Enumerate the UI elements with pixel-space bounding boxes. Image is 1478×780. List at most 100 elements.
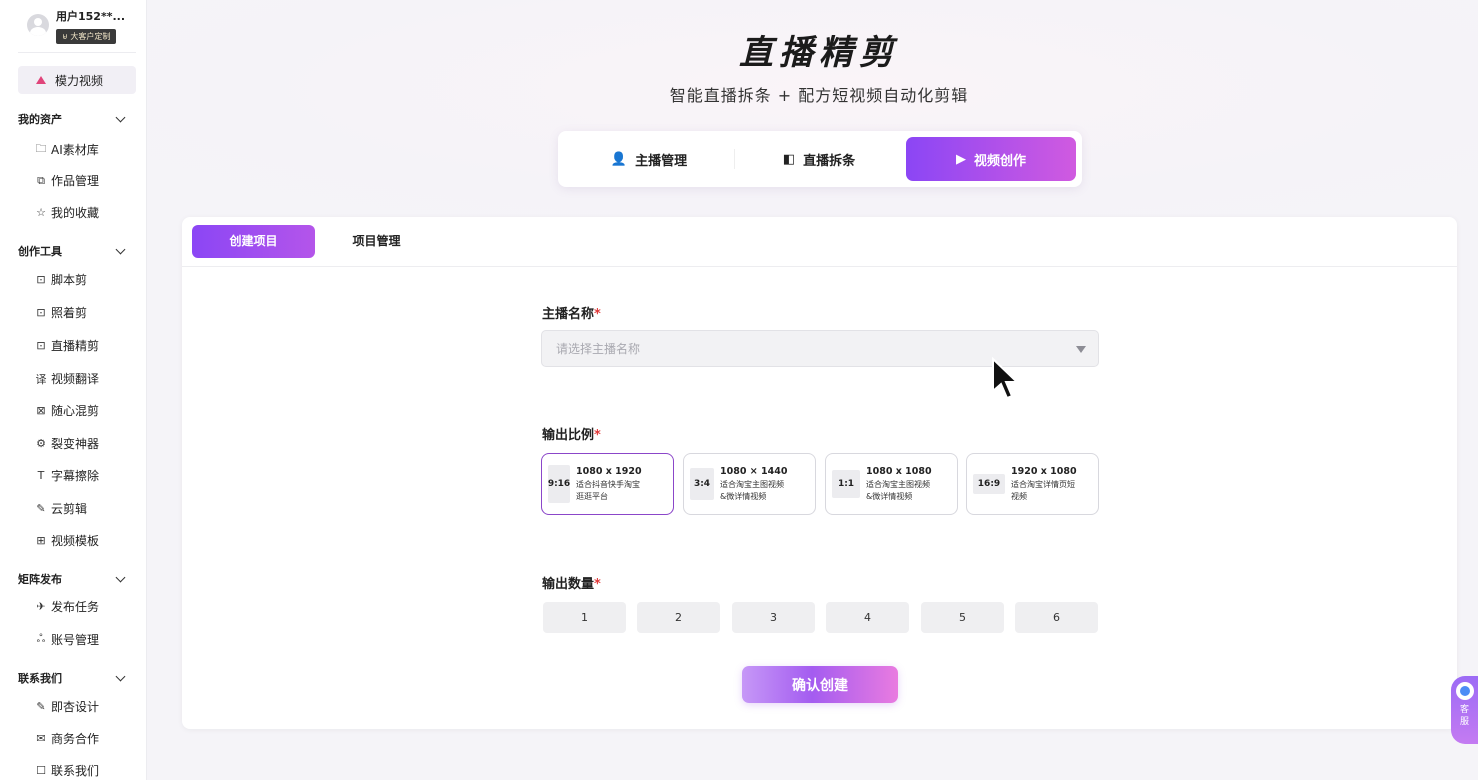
service-icon [1455,682,1474,700]
sidebar-item-templates[interactable]: ⊞ 视频模板 [34,532,99,549]
count-option-2[interactable]: 2 [637,602,720,633]
chevron-down-icon [115,244,126,254]
mail-icon: ✉ [36,732,46,745]
user-name: 用户152**... [56,10,126,23]
play-icon: ▶ [955,151,966,167]
sidebar-item-label: 作品管理 [51,174,100,188]
sidebar-item-live-edit[interactable]: ⊡ 直播精剪 [34,337,99,354]
sidebar-item-label: 脚本剪 [51,273,88,287]
group-title: 联系我们 [18,672,62,685]
tab-anchor-management[interactable]: 👤 主播管理 [566,137,732,181]
ratio-thumb: 9:16 [548,465,570,503]
sidebar-item-subtitle-erase[interactable]: T 字幕擦除 [34,467,99,484]
sidebar-item-accounts[interactable]: ஃ 账号管理 [34,631,99,648]
sidebar-item-label: 视频翻译 [51,372,100,386]
tab-live-split[interactable]: ◧ 直播拆条 [736,137,902,181]
ratio-desc: 1080 x 1920 适合抖音快手淘宝 逛逛平台 [576,465,642,501]
page-title: 直播精剪 [739,33,899,73]
sidebar-item-works[interactable]: ⧉ 作品管理 [34,172,99,189]
works-icon: ⧉ [37,173,45,187]
dropdown-arrow-icon [1076,346,1086,353]
tab-create-project[interactable]: 创建项目 [192,225,315,258]
main-card: 创建项目 项目管理 主播名称* 请选择主播名称 输出比例* 9:16 1080 … [182,217,1457,729]
pen-icon: ✎ [36,502,46,515]
group-contact-header[interactable]: 联系我们 [18,670,128,686]
sidebar-item-publish-tasks[interactable]: ✈ 发布任务 [34,598,99,615]
sidebar-item-contact[interactable]: ☐ 联系我们 [34,762,99,779]
ratio-thumb: 3:4 [690,468,714,500]
folder-icon: 🗀 [35,142,47,155]
confirm-create-button[interactable]: 确认创建 [742,666,898,703]
sidebar-item-script-cut[interactable]: ⊡ 脚本剪 [34,271,87,288]
chevron-down-icon [115,572,126,582]
sidebar-item-translate[interactable]: 译视频翻译 [34,370,100,387]
ratio-option-16-9[interactable]: 16:9 1920 x 1080 适合淘宝详情页短 视频 [966,453,1099,515]
divider [734,149,735,169]
sidebar-item-label: 直播精剪 [51,339,100,353]
ratio-option-9-16[interactable]: 9:16 1080 x 1920 适合抖音快手淘宝 逛逛平台 [541,453,674,515]
design-icon: ✎ [36,700,46,713]
customer-service-button[interactable]: 客服 [1451,676,1478,744]
ratio-option-1-1[interactable]: 1:1 1080 x 1080 适合淘宝主图视频 &微详情视频 [825,453,958,515]
mouse-cursor-icon [992,357,1020,400]
split-icon: ◧ [782,151,796,167]
copy-icon: ⊡ [36,306,46,319]
sidebar-item-copy-cut[interactable]: ⊡ 照着剪 [34,304,87,321]
group-publish-header[interactable]: 矩阵发布 [18,571,128,587]
count-label: 输出数量* [542,577,601,592]
group-title: 我的资产 [18,113,62,126]
count-option-4[interactable]: 4 [826,602,909,633]
tab-video-creation[interactable]: ▶ 视频创作 [906,137,1076,181]
group-title: 创作工具 [18,245,62,258]
sidebar-item-label: 云剪辑 [51,502,88,516]
chevron-down-icon [115,671,126,681]
ratio-thumb: 16:9 [973,474,1005,494]
anchor-select-placeholder: 请选择主播名称 [556,342,641,356]
ratio-desc: 1920 x 1080 适合淘宝详情页短 视频 [1011,465,1077,501]
sidebar-item-label: 商务合作 [51,732,100,746]
sidebar-item-favorites[interactable]: ☆ 我的收藏 [34,204,99,221]
ratio-thumb: 1:1 [832,470,860,498]
send-icon: ✈ [36,600,46,613]
page-subtitle: 智能直播拆条 + 配方短视频自动化剪辑 [669,86,969,105]
tab-label: 视频创作 [973,153,1026,169]
sidebar-item-label: 账号管理 [51,633,100,647]
sidebar: 用户152**... ⊌ 大客户定制 模力视频 我的资产 🗀 AI素材库 ⧉ 作品管… [0,0,147,780]
sidebar-item-label: 裂变神器 [51,437,100,451]
sidebar-item-label: 联系我们 [51,764,100,778]
sidebar-item-cloud-edit[interactable]: ✎ 云剪辑 [34,500,87,517]
sidebar-item-design[interactable]: ✎ 即杏设计 [34,698,99,715]
sidebar-item-label: 视频模板 [51,534,100,548]
sidebar-item-ai-library[interactable]: 🗀 AI素材库 [34,140,99,159]
user-icon: 👤 [610,151,628,167]
group-tools-header[interactable]: 创作工具 [18,243,128,259]
sidebar-item-fission[interactable]: ⚙ 裂变神器 [34,435,99,452]
text-icon: T [37,469,45,482]
translate-icon: 译 [35,372,47,386]
tab-project-management[interactable]: 项目管理 [315,225,438,258]
sidebar-item-business[interactable]: ✉ 商务合作 [34,730,99,747]
ratio-label: 输出比例* [542,428,601,443]
count-option-3[interactable]: 3 [732,602,815,633]
sidebar-item-label: 随心混剪 [51,404,100,418]
sidebar-item-label: 发布任务 [51,600,100,614]
mix-icon: ⊠ [36,404,46,417]
count-option-6[interactable]: 6 [1015,602,1098,633]
ratio-desc: 1080 × 1440 适合淘宝主图视频 &微详情视频 [720,465,788,501]
users-icon: ஃ [36,632,46,645]
script-icon: ⊡ [36,273,46,286]
group-assets-header[interactable]: 我的资产 [18,111,128,127]
count-option-1[interactable]: 1 [543,602,626,633]
sidebar-item-mix-cut[interactable]: ⊠ 随心混剪 [34,402,99,419]
group-title: 矩阵发布 [18,573,62,586]
chevron-down-icon [115,112,126,122]
mode-tabs: 👤 主播管理 ◧ 直播拆条 ▶ 视频创作 [558,131,1082,187]
count-option-5[interactable]: 5 [921,602,1004,633]
anchor-name-label: 主播名称* [542,307,601,322]
sidebar-item-label: 照着剪 [51,306,88,320]
ratio-desc: 1080 x 1080 适合淘宝主图视频 &微详情视频 [866,465,932,501]
sidebar-item-label: 字幕擦除 [51,469,100,483]
ratio-option-3-4[interactable]: 3:4 1080 × 1440 适合淘宝主图视频 &微详情视频 [683,453,816,515]
star-icon: ☆ [36,206,46,219]
tab-label: 主播管理 [635,153,688,169]
